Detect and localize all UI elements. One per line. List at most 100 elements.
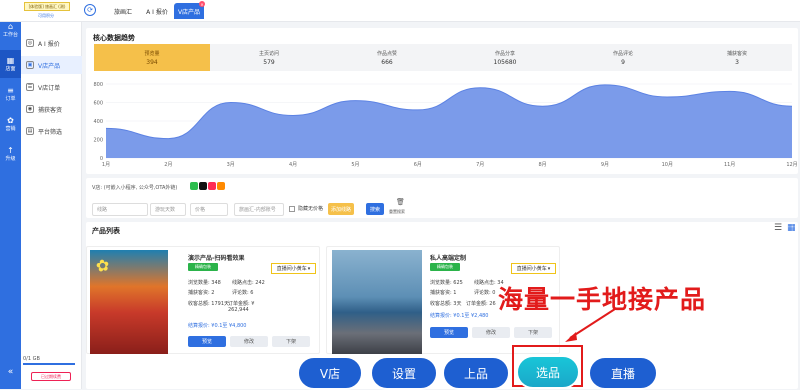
account-tag[interactable]: [体验版] 旅画汇 (测) [24,2,70,11]
sidebar: ◎ A I 报价 ▣ V店产品 ☰ V店订单 ◉ 捕获客资 ▤ 平台筛选 0/1 GB 已… [21,0,82,389]
rail-item-upgrade[interactable]: ↑ 升级 [0,140,21,168]
close-tab-icon[interactable]: × [199,1,205,7]
stat-label: 主页访问 [258,50,279,57]
stat-shares[interactable]: 作品分享 105680 [446,44,564,71]
rail-item-store[interactable]: ▦ 店面 [0,50,21,78]
hide-no-price-checkbox[interactable] [289,206,295,212]
marketing-icon: ✿ [7,116,14,125]
trash-icon[interactable]: 🗑 [396,198,405,206]
product-fact: 评论数: 0 [474,290,496,296]
stat-likes[interactable]: 作品点赞 666 [328,44,446,71]
vstore-embed-label: V店: (可嵌入小程序, 公众号,OTA外链) [92,185,178,191]
source-select[interactable]: 旅画汇-内部账号 [234,203,284,216]
grid-view-icon[interactable]: ▦ [787,223,796,233]
tab-label: V店产品 [177,8,201,16]
settings-button[interactable]: 设置 [370,356,438,390]
preview-button[interactable]: 预览 [188,336,226,347]
x-tick-label: 12月 [786,162,797,168]
renew-badge[interactable]: 已过期续费 [31,372,71,381]
sidebar-label: 平台筛选 [38,128,63,136]
stat-value: 394 [146,58,158,66]
edit-button[interactable]: 修改 [472,327,510,338]
tab-ai-quote[interactable]: A I 报价 [140,3,174,19]
live-button[interactable]: 直播 [588,356,658,390]
top-bar: [体验版] 旅画汇 (测) 可用积分 ⟳ 旅画汇 A I 报价 V店产品 × [0,0,800,22]
product-channel-select[interactable]: 直播间小黄车 ▾ [271,263,316,274]
stat-home-visits[interactable]: 主页访问 579 [210,44,328,71]
sidebar-item-ai-quote[interactable]: ◎ A I 报价 [21,34,82,52]
rail-label: 工作台 [2,32,18,38]
sidebar-item-vstore-products[interactable]: ▣ V店产品 [21,56,82,74]
sidebar-label: V店产品 [38,62,61,70]
select-product-button[interactable]: 选品 [516,355,580,389]
unlist-button[interactable]: 下架 [272,336,310,347]
rail-item-marketing[interactable]: ✿ 营销 [0,110,21,138]
unlist-button[interactable]: 下架 [514,327,552,338]
product-image[interactable]: ✿ [90,250,168,354]
placeholder: 线路 [97,207,108,213]
route-search-input[interactable]: 线路 [92,203,148,216]
product-title: 私人高端定制 [430,255,467,262]
chevron-down-icon: ▾ [307,265,311,272]
stat-value: 9 [621,58,625,66]
refresh-icon[interactable]: ⟳ [84,4,96,16]
vstore-button[interactable]: V店 [297,356,363,390]
stat-label: 作品评论 [612,50,633,57]
list-product-button[interactable]: 上品 [442,356,510,390]
store-icon: ▦ [6,56,15,65]
product-icon: ▣ [26,61,34,69]
preview-button[interactable]: 预览 [430,327,468,338]
reset-search-label[interactable]: 重置搜索 [389,209,405,215]
sidebar-item-leads[interactable]: ◉ 捕获客资 [21,100,82,118]
list-view-icon[interactable]: ☰ [774,223,782,233]
tiktok-icon[interactable] [199,182,207,190]
upgrade-icon: ↑ [7,146,14,155]
account-sub: 可用积分 [38,13,54,18]
stat-leads[interactable]: 捕获客资 3 [682,44,792,71]
stat-comments[interactable]: 作品评论 9 [564,44,682,71]
tab-luhuahui[interactable]: 旅画汇 [106,3,140,19]
stat-value: 666 [381,58,393,66]
add-route-button[interactable]: 添加线路 [328,203,354,215]
sidebar-item-vstore-orders[interactable]: ☰ V店订单 [21,78,82,96]
search-button[interactable]: 搜索 [366,203,384,215]
stat-value: 579 [263,58,275,66]
edit-button[interactable]: 修改 [230,336,268,347]
sidebar-label: 捕获客资 [38,106,63,114]
product-fact: 捕获客资: 2 [188,290,215,296]
stat-label: 预览量 [144,50,160,57]
left-rail: ◀ ⌂工作台 ▦店面 ≡订单 ✿营销 ↑升级 « [0,0,21,389]
platform-icon: ▤ [26,127,34,135]
placeholder: 游玩天数 [155,207,176,213]
product-image[interactable] [332,250,422,354]
stat-label: 捕获客资 [726,50,747,57]
days-select[interactable]: 游玩天数 [150,203,186,216]
select-value: 旅画汇-内部账号 [239,207,276,213]
x-tick-label: 9月 [601,162,609,168]
product-fact: 浏览数量: 625 [430,280,463,286]
product-fact: 捕获客资: 1 [430,290,457,296]
ota-icon[interactable] [217,182,225,190]
rail-label: 订单 [5,96,16,102]
product-fact: 线路点击: 242 [232,280,265,286]
product-fact: 收客总额: 3天 [430,301,462,307]
x-tick-label: 6月 [414,162,422,168]
price-select[interactable]: 价格 [190,203,228,216]
x-tick-label: 2月 [164,162,172,168]
x-tick-label: 1月 [102,162,110,168]
rail-label: 店面 [5,66,16,72]
product-badge: 精确包装 [430,263,460,271]
product-channel-select[interactable]: 直播间小黄车 ▾ [511,263,556,274]
sidebar-label: V店订单 [38,84,61,92]
product-list-title: 产品列表 [92,227,120,235]
storage-text: 0/1 GB [23,356,40,362]
collapse-icon[interactable]: « [3,367,18,381]
promo-arrow-icon [565,308,616,342]
xiaohongshu-icon[interactable] [208,182,216,190]
wechat-icon[interactable] [190,182,198,190]
x-tick-label: 3月 [227,162,235,168]
stat-preview[interactable]: 预览量 394 [94,44,210,71]
sidebar-item-platform[interactable]: ▤ 平台筛选 [21,122,82,140]
product-fact: 浏览数量: 348 [188,280,221,286]
rail-item-orders[interactable]: ≡ 订单 [0,80,21,108]
